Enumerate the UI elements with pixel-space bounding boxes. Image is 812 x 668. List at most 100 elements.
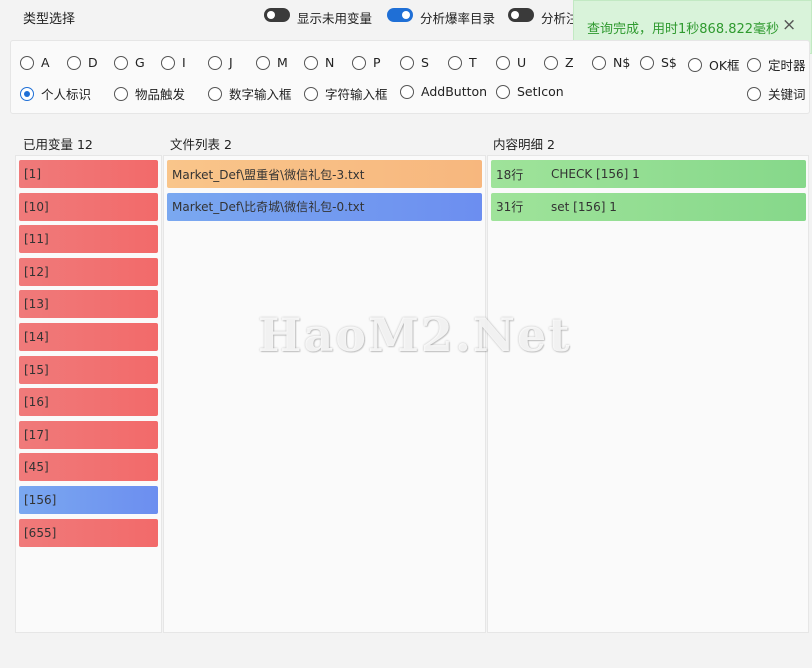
radio-option[interactable]: SetIcon [496,84,564,99]
variable-item[interactable]: [13] [19,290,158,319]
radio-option[interactable]: 数字输入框 [208,84,292,103]
radio-unchecked-icon [208,55,222,70]
radio-label: T [469,55,477,70]
detail-item[interactable]: 18行 CHECK [156] 1 [491,160,806,188]
radio-label: 个人标识 [41,87,92,102]
type-select-title: 类型选择 [23,12,76,27]
variable-item[interactable]: [11] [19,225,158,254]
file-list-title: 文件列表 2 [170,137,232,152]
radio-label: 数字输入框 [229,87,292,102]
radio-option[interactable]: OK框 [688,55,740,74]
radio-unchecked-icon [256,55,270,70]
detail-item[interactable]: 31行 set [156] 1 [491,192,806,221]
radio-option[interactable]: U [496,55,526,70]
radio-option[interactable]: AddButton [400,84,487,99]
variable-item[interactable]: [1] [19,160,158,188]
radio-unchecked-icon [352,55,366,70]
radio-label: Z [565,55,574,70]
toast-message: 查询完成，用时1秒868.822毫秒 [587,22,780,37]
radio-label: 物品触发 [135,87,186,102]
radio-option[interactable]: 定时器 [747,55,806,74]
used-variables-title: 已用变量 12 [23,137,93,152]
radio-label: G [135,55,145,70]
variable-item[interactable]: [156] [19,486,158,514]
radio-label: 字符输入框 [325,87,388,102]
radio-label: I [182,55,186,70]
radio-option[interactable]: G [114,55,145,70]
analyze-droprate-toggle[interactable] [387,8,413,22]
radio-label: P [373,55,381,70]
variable-item[interactable]: [16] [19,388,158,417]
variable-item[interactable]: [15] [19,355,158,384]
radio-option[interactable]: P [352,55,381,70]
show-unused-vars-toggle[interactable] [264,8,290,22]
detail-content: CHECK [156] 1 [551,167,640,181]
radio-option[interactable]: S [400,55,429,70]
radio-option[interactable]: 物品触发 [114,84,185,103]
radio-label: U [517,55,527,70]
radio-label: AddButton [421,84,488,99]
radio-option[interactable]: N$ [592,55,630,70]
close-icon[interactable]: × [782,15,796,35]
file-item[interactable]: Market_Def\比奇城\微信礼包-0.txt [167,192,482,221]
radio-option[interactable]: 关键词 [747,84,806,103]
radio-unchecked-icon [496,55,510,70]
radio-unchecked-icon [20,55,34,70]
detail-line-number: 18行 [496,167,524,182]
radio-option[interactable]: I [161,55,186,70]
analyze-droprate-label: 分析爆率目录 [420,11,496,26]
radio-option[interactable]: T [448,55,477,70]
radio-unchecked-icon [592,55,606,70]
variable-item[interactable]: [10] [19,192,158,221]
variable-item[interactable]: [655] [19,518,158,547]
radio-option[interactable]: 个人标识 [20,84,91,103]
type-options-panel: A D G I J M N P S T U Z N$ S$ OK框 定时器 个人标识 物品触发 数字输入框 字符输入… [10,40,810,114]
variable-item[interactable]: [17] [19,420,158,449]
detail-content: set [156] 1 [551,199,617,214]
radio-unchecked-icon [688,57,702,72]
radio-option[interactable]: Z [544,55,574,70]
content-detail-title: 内容明细 2 [493,137,555,152]
radio-checked-icon [20,86,34,101]
radio-unchecked-icon [747,57,761,72]
radio-unchecked-icon [448,55,462,70]
radio-unchecked-icon [304,55,318,70]
radio-unchecked-icon [304,86,318,101]
radio-unchecked-icon [208,86,222,101]
radio-unchecked-icon [640,55,654,70]
analyze-notes-toggle[interactable] [508,8,534,22]
detail-line-number: 31行 [496,200,524,215]
variable-item[interactable]: [14] [19,323,158,351]
variable-item[interactable]: [12] [19,257,158,286]
radio-label: D [88,55,98,70]
radio-option[interactable]: S$ [640,55,677,70]
radio-option[interactable]: A [20,55,50,70]
watermark: HaoM2.Net [258,308,572,362]
radio-label: N$ [613,55,631,70]
radio-unchecked-icon [67,55,81,70]
radio-label: S$ [661,55,677,70]
radio-unchecked-icon [114,86,128,101]
show-unused-vars-label: 显示未用变量 [297,11,373,26]
radio-label: 定时器 [768,58,806,73]
radio-unchecked-icon [400,84,414,99]
radio-option[interactable]: J [208,55,233,70]
variable-item[interactable]: [45] [19,453,158,482]
content-detail-panel: 18行 CHECK [156] 1 31行 set [156] 1 [487,155,809,633]
radio-option[interactable]: M [256,55,288,70]
radio-option[interactable]: 字符输入框 [304,84,388,103]
radio-option[interactable]: D [67,55,98,70]
radio-label: M [277,55,288,70]
radio-unchecked-icon [400,55,414,70]
radio-unchecked-icon [747,86,761,101]
radio-label: N [325,55,335,70]
radio-unchecked-icon [161,55,175,70]
radio-label: S [421,55,429,70]
file-item[interactable]: Market_Def\盟重省\微信礼包-3.txt [167,160,482,188]
radio-label: 关键词 [768,87,806,102]
used-variables-panel: [1] [10] [11] [12] [13] [14] [15] [16] [17] [45] [… [15,155,162,633]
radio-label: A [41,55,50,70]
radio-option[interactable]: N [304,55,334,70]
radio-label: SetIcon [517,84,564,99]
file-list-panel: Market_Def\盟重省\微信礼包-3.txt Market_Def\比奇城\… [163,155,486,633]
